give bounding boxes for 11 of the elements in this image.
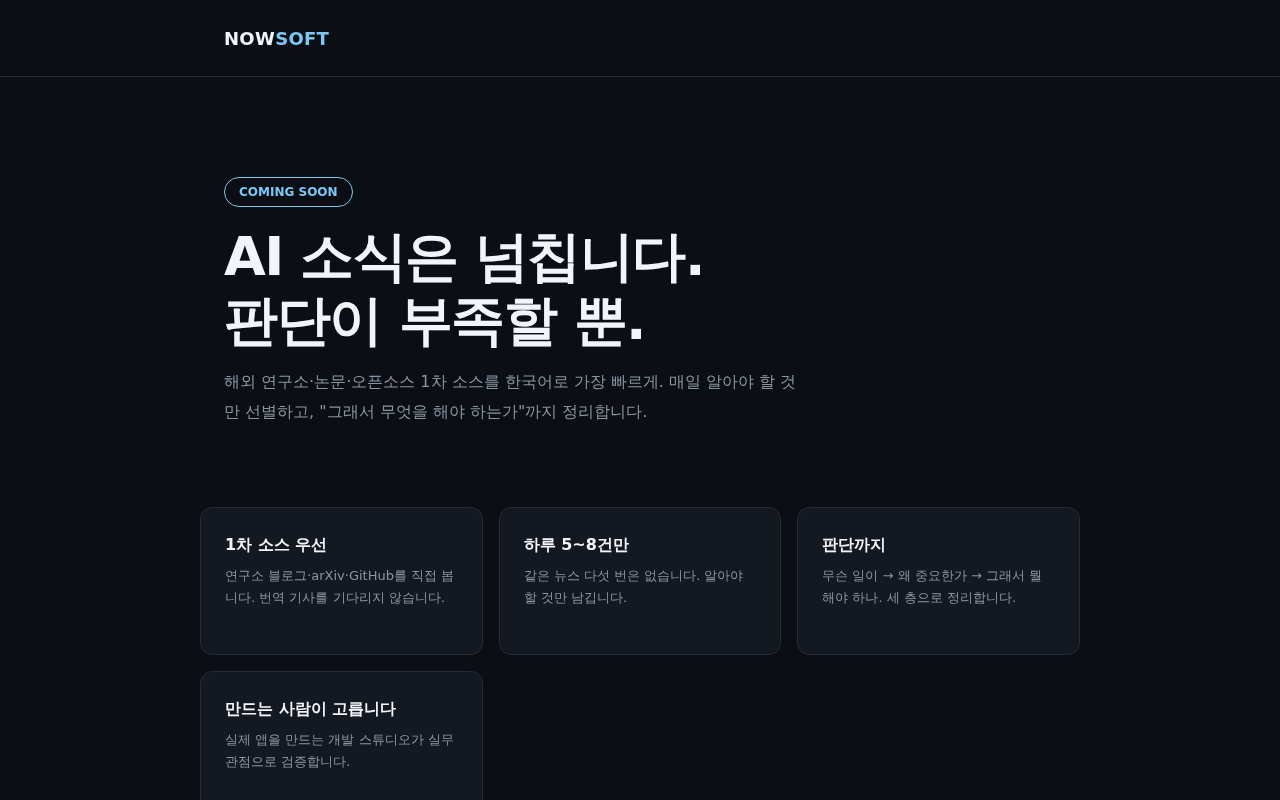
feature-text: 실제 앱을 만드는 개발 스튜디오가 실무 관점으로 검증합니다. [225,731,455,771]
feature-text: 같은 뉴스 다섯 번은 없습니다. 알아야 할 것만 남깁니다. [523,567,745,607]
feature-title: 하루 5~8건만 [523,534,630,556]
feature-text: 무슨 일이 → 왜 중요한가 → 그래서 뭘 해야 하나. 세 층으로 정리합니다. [822,567,1044,607]
feature-title: 1차 소스 우선 [225,534,329,556]
brand-logo[interactable]: NOWSOFT [224,24,330,52]
description: 해외 연구소·논문·오픈소스 1차 소스를 한국어로 가장 빠르게. 매일 알아야 할 것만 선별하고, "그래서 무엇을 해야 하는가"까지 정리합니다. [224,371,798,423]
headline: AI 소식은 넘칩니다. 판단이 부족할 뿐. [224,225,705,353]
feature-title: 만드는 사람이 고릅니다 [225,698,398,720]
feature-text: 연구소 블로그·arXiv·GitHub를 직접 봅니다. 번역 기사를 기다리지 않습니다. [225,567,456,607]
feature-title: 판단까지 [822,534,888,556]
